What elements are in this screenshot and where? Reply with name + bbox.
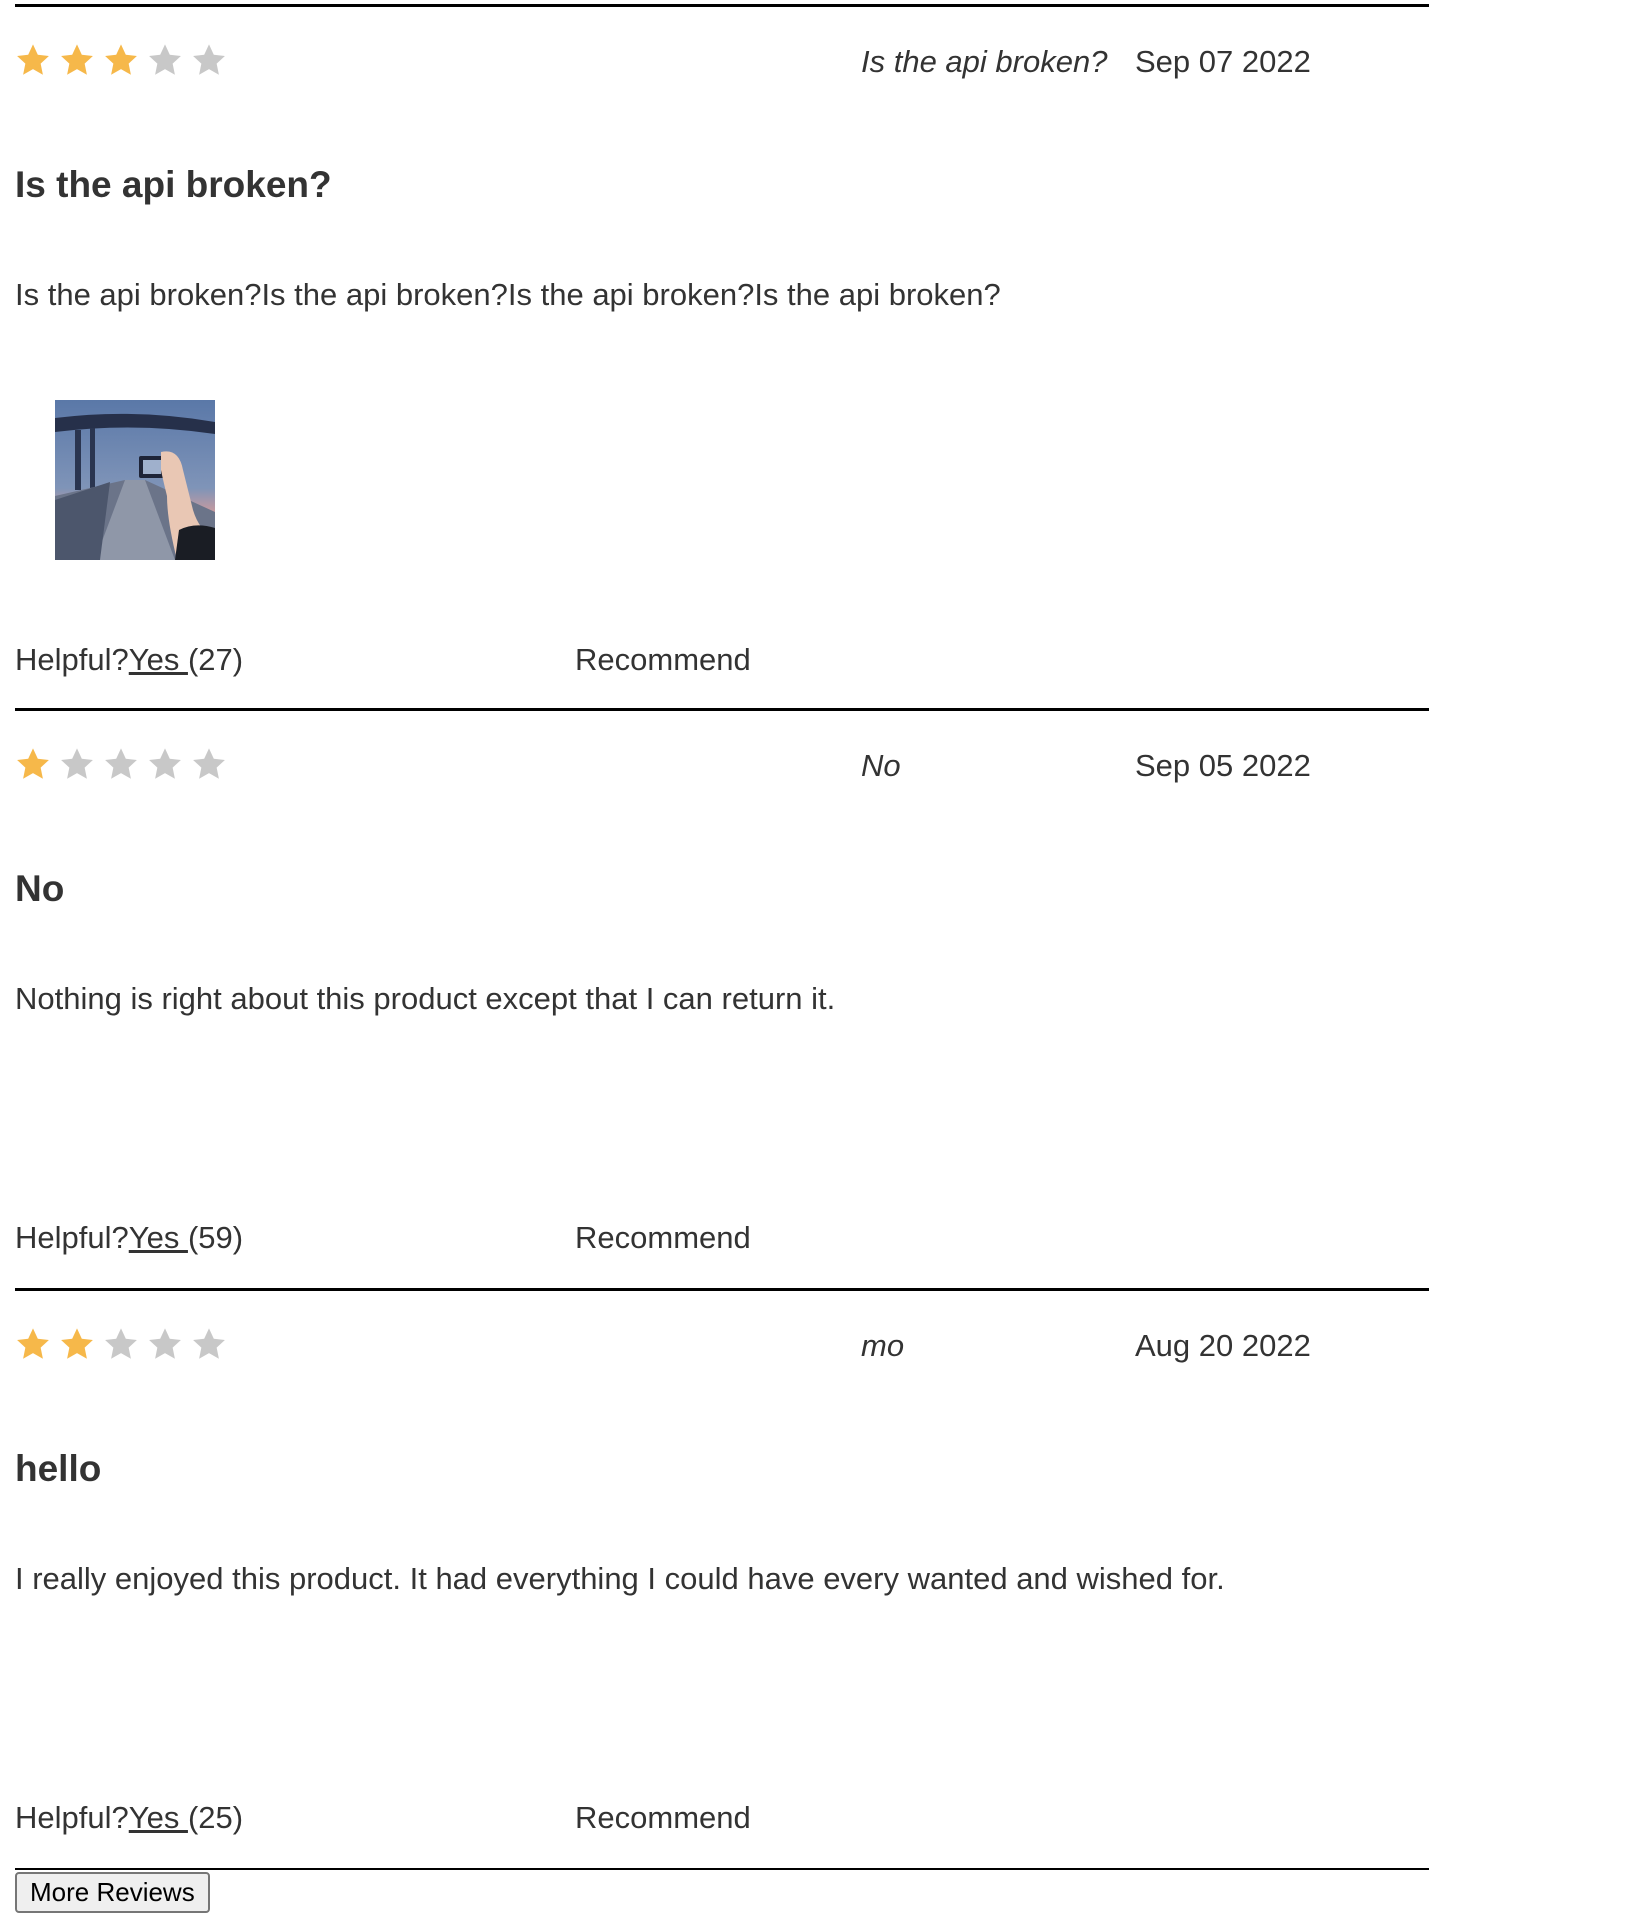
star-rating	[15, 42, 227, 78]
review-date: Aug 20 2022	[1135, 1328, 1311, 1363]
review-photo-thumbnail[interactable]	[55, 400, 215, 560]
star-empty-icon	[103, 1326, 139, 1362]
star-filled-icon	[15, 746, 51, 782]
helpful-yes-link[interactable]: Yes	[129, 1800, 188, 1835]
helpful-label: Helpful?	[15, 1800, 129, 1835]
helpful-row: Helpful?Yes (59)	[15, 1220, 243, 1256]
review-body: Is the api broken?Is the api broken?Is t…	[15, 277, 1001, 312]
star-filled-icon	[59, 1326, 95, 1362]
list-divider	[15, 1868, 1429, 1870]
helpful-row: Helpful?Yes (25)	[15, 1800, 243, 1836]
star-rating	[15, 746, 227, 782]
review-divider	[15, 708, 1429, 711]
star-empty-icon	[191, 746, 227, 782]
recommend-label: Recommend	[575, 1800, 751, 1835]
helpful-yes-link[interactable]: Yes	[129, 642, 188, 677]
star-filled-icon	[103, 42, 139, 78]
star-rating	[15, 1326, 227, 1362]
star-empty-icon	[147, 746, 183, 782]
review-title: hello	[15, 1448, 102, 1489]
review-title: Is the api broken?	[15, 164, 332, 205]
star-filled-icon	[15, 42, 51, 78]
helpful-label: Helpful?	[15, 642, 129, 677]
review-divider	[15, 1288, 1429, 1291]
review-author: No	[861, 748, 901, 783]
star-filled-icon	[59, 42, 95, 78]
review-author: Is the api broken?	[861, 44, 1108, 79]
helpful-yes-link[interactable]: Yes	[129, 1220, 188, 1255]
review-body: I really enjoyed this product. It had ev…	[15, 1561, 1225, 1596]
review-item: Is the api broken? Sep 07 2022 Is the ap…	[15, 4, 1429, 704]
photo-image	[55, 400, 215, 560]
star-empty-icon	[191, 1326, 227, 1362]
review-author: mo	[861, 1328, 905, 1363]
review-title: No	[15, 868, 65, 909]
helpful-row: Helpful?Yes (27)	[15, 642, 243, 678]
helpful-count: (59)	[187, 1220, 244, 1255]
review-divider	[15, 4, 1429, 7]
star-empty-icon	[147, 1326, 183, 1362]
star-empty-icon	[59, 746, 95, 782]
helpful-count: (27)	[187, 642, 244, 677]
star-filled-icon	[15, 1326, 51, 1362]
review-date: Sep 07 2022	[1135, 44, 1311, 79]
more-reviews-button[interactable]: More Reviews	[15, 1872, 210, 1913]
recommend-label: Recommend	[575, 1220, 751, 1255]
recommend-label: Recommend	[575, 642, 751, 677]
star-empty-icon	[147, 42, 183, 78]
review-date: Sep 05 2022	[1135, 748, 1311, 783]
review-body: Nothing is right about this product exce…	[15, 981, 836, 1016]
star-empty-icon	[103, 746, 139, 782]
review-item: No Sep 05 2022 No Nothing is right about…	[15, 708, 1429, 1288]
helpful-label: Helpful?	[15, 1220, 129, 1255]
helpful-count: (25)	[187, 1800, 244, 1835]
star-empty-icon	[191, 42, 227, 78]
review-item: mo Aug 20 2022 hello I really enjoyed th…	[15, 1288, 1429, 1868]
